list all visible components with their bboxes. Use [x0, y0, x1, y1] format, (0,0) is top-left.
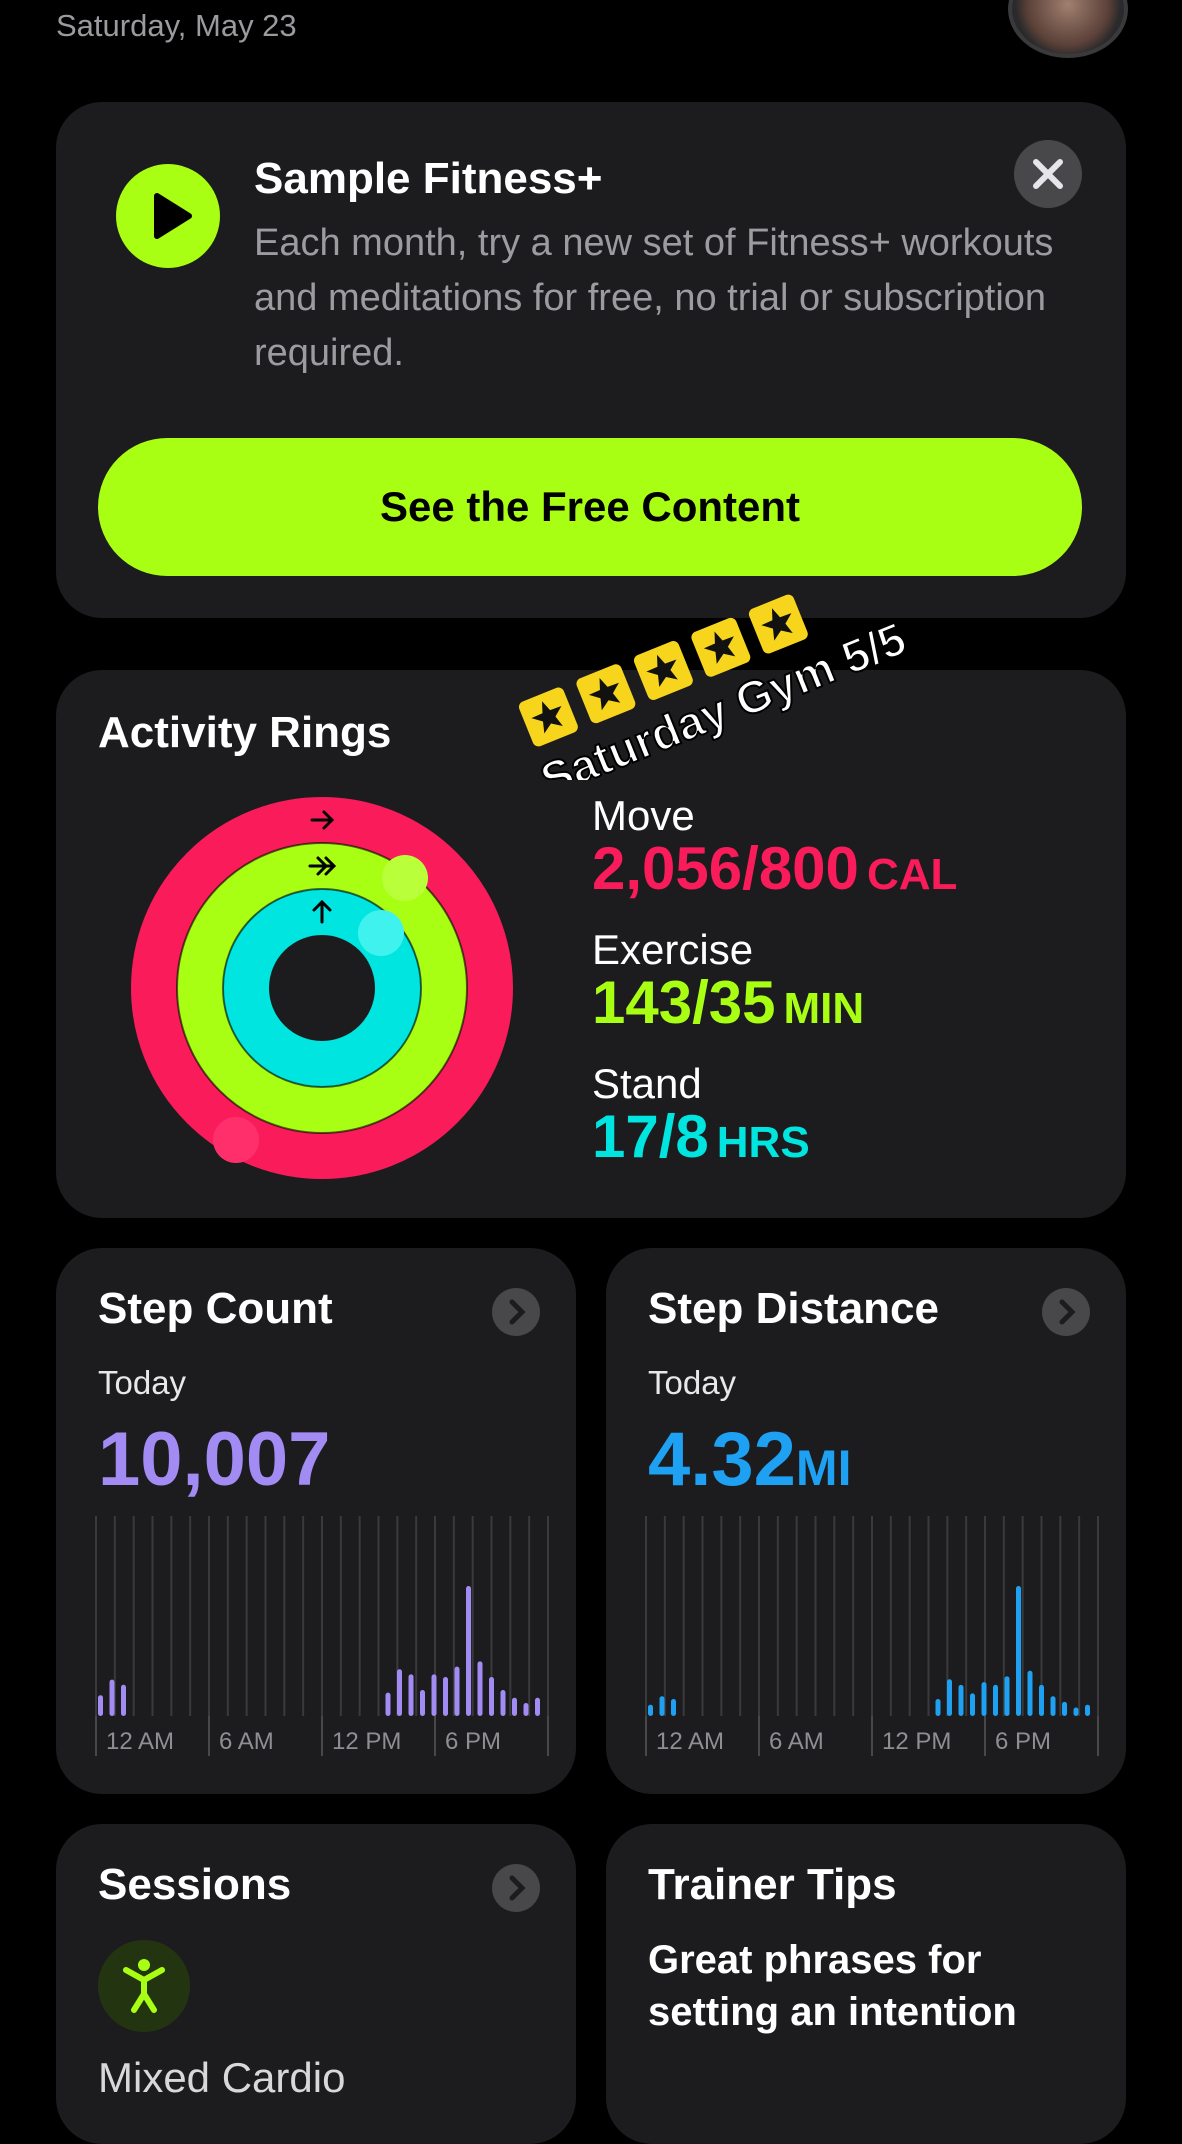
hourly-bar	[443, 1677, 448, 1716]
trainer-tips-text: Great phrases for setting an intention	[648, 1938, 1017, 2034]
hourly-bar	[466, 1586, 471, 1716]
hourly-bar	[500, 1690, 506, 1716]
step-count-value: 10,007	[98, 1417, 331, 1502]
hourly-bar	[535, 1697, 540, 1716]
saturday-gym-sticker: Saturday Gym 5/5	[518, 594, 914, 780]
exercise-value-row: 143/35 MIN	[592, 968, 864, 1037]
step-count-period: Today	[98, 1364, 187, 1401]
step-count-value-row: 10,007	[98, 1416, 330, 1503]
hour-label: 6 PM	[445, 1728, 501, 1755]
hourly-bar	[385, 1692, 391, 1716]
exercise-label: Exercise	[592, 926, 754, 973]
hour-label: 12 AM	[656, 1728, 724, 1755]
hourly-bar	[523, 1703, 529, 1716]
hourly-bar	[958, 1684, 964, 1716]
chevron-right-icon[interactable]	[1042, 1288, 1090, 1336]
hour-label: 6 AM	[219, 1728, 274, 1755]
promo-description: Each month, try a new set of Fitness+ wo…	[254, 222, 1054, 374]
hourly-bar	[1016, 1586, 1021, 1716]
hourly-bar	[477, 1661, 483, 1716]
step-count-title: Step Count	[98, 1284, 333, 1333]
step-count-card[interactable]: Step Count Today 10,007 12 AM 6 AM 12 PM 6 …	[56, 1248, 576, 1794]
hourly-bar	[648, 1704, 653, 1716]
step-distance-period: Today	[648, 1364, 737, 1401]
stand-value: 17/8	[592, 1103, 709, 1170]
hourly-bar	[408, 1674, 414, 1716]
move-label: Move	[592, 792, 695, 839]
date-label: Saturday, May 23	[56, 8, 297, 43]
step-distance-value-row: 4.32MI	[648, 1416, 851, 1503]
activity-rings-chart	[131, 797, 513, 1179]
sessions-title: Sessions	[98, 1860, 292, 1909]
move-value-row: 2,056/800 CAL	[592, 834, 957, 903]
hour-label: 12 PM	[882, 1728, 951, 1755]
step-distance-chart: 12 AM 6 AM 12 PM 6 PM	[645, 1516, 1099, 1756]
sessions-card[interactable]: Sessions Mixed Cardio	[56, 1824, 576, 2144]
play-icon	[116, 164, 220, 268]
hourly-bar	[947, 1679, 952, 1716]
stand-value-row: 17/8 HRS	[592, 1102, 810, 1171]
hourly-bar	[981, 1682, 987, 1716]
hourly-bar	[671, 1699, 676, 1716]
avatar[interactable]	[1008, 0, 1128, 58]
trainer-tips-card[interactable]: Trainer Tips Great phrases for setting a…	[606, 1824, 1126, 2144]
hourly-bar	[1073, 1707, 1079, 1716]
promo-title: Sample Fitness+	[254, 154, 603, 203]
move-unit: CAL	[866, 850, 958, 899]
hourly-bar	[1050, 1696, 1056, 1716]
hour-label: 6 AM	[769, 1728, 824, 1755]
hourly-bar	[109, 1679, 115, 1716]
exercise-value: 143/35	[592, 969, 776, 1036]
hourly-bar	[397, 1669, 402, 1716]
move-value: 2,056/800	[592, 835, 859, 902]
hourly-bar	[98, 1695, 103, 1716]
exercise-unit: MIN	[783, 984, 865, 1033]
hourly-bar	[659, 1696, 665, 1716]
figure-cardio-icon	[98, 1940, 190, 2032]
stand-label: Stand	[592, 1060, 702, 1107]
step-count-chart: 12 AM 6 AM 12 PM 6 PM	[95, 1516, 549, 1756]
hourly-bar	[431, 1674, 437, 1716]
close-icon	[1033, 159, 1063, 189]
hourly-bar	[1039, 1684, 1044, 1716]
hour-label: 6 PM	[995, 1728, 1051, 1755]
hourly-bar	[512, 1697, 517, 1716]
hourly-bar	[935, 1699, 941, 1716]
fitness-plus-promo-card: Sample Fitness+ Each month, try a new se…	[56, 102, 1126, 618]
hourly-bar	[1062, 1701, 1067, 1716]
see-free-content-button[interactable]: See the Free Content	[98, 438, 1082, 576]
hour-label: 12 PM	[332, 1728, 401, 1755]
step-distance-card[interactable]: Step Distance Today 4.32MI 12 AM 6 AM 12 P…	[606, 1248, 1126, 1794]
chevron-right-icon[interactable]	[492, 1288, 540, 1336]
hourly-bar	[1027, 1670, 1033, 1716]
close-button[interactable]	[1014, 140, 1082, 208]
hourly-bar	[454, 1666, 460, 1716]
step-distance-title: Step Distance	[648, 1284, 939, 1333]
step-distance-unit: MI	[795, 1440, 852, 1496]
hourly-bar	[420, 1690, 425, 1716]
hourly-bar	[993, 1684, 998, 1716]
hourly-bar	[970, 1693, 975, 1716]
stand-unit: HRS	[716, 1118, 810, 1167]
session-workout-name: Mixed Cardio	[98, 2054, 346, 2101]
chevron-right-icon[interactable]	[492, 1864, 540, 1912]
trainer-tips-title: Trainer Tips	[648, 1860, 897, 1909]
hourly-bar	[1085, 1704, 1090, 1716]
hourly-bar	[1004, 1676, 1010, 1716]
activity-rings-title: Activity Rings	[98, 708, 392, 757]
hourly-bar	[489, 1677, 494, 1716]
hourly-bar	[121, 1684, 126, 1716]
step-distance-value: 4.32	[648, 1417, 796, 1502]
hour-label: 12 AM	[106, 1728, 174, 1755]
